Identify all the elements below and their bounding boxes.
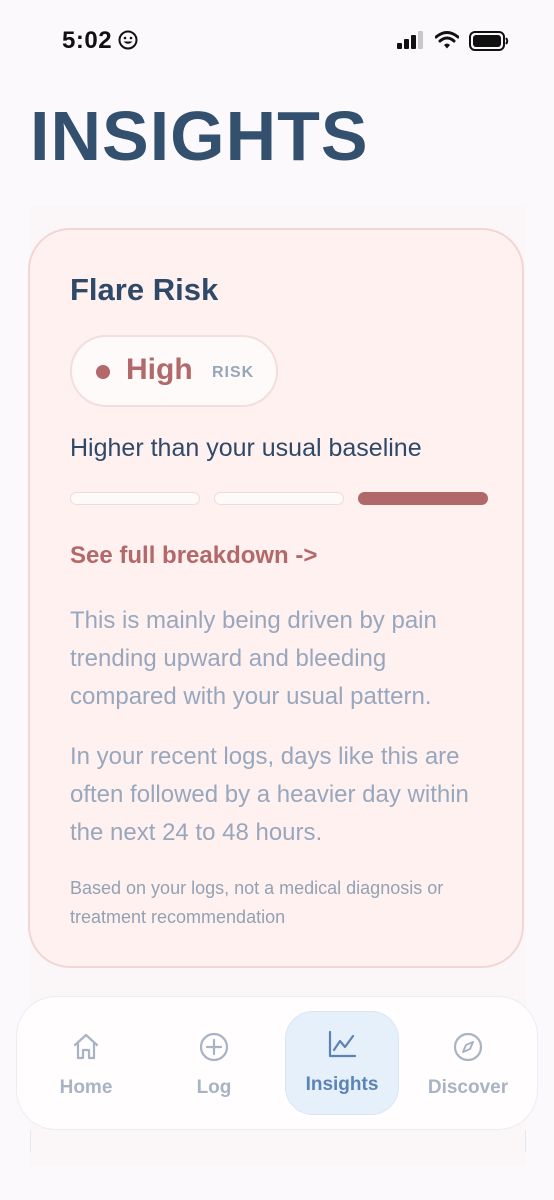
risk-scale-segment-medium	[214, 492, 344, 505]
content-frame-edge	[30, 1130, 526, 1152]
status-bar: 5:02	[0, 0, 554, 84]
medical-disclaimer: Based on your logs, not a medical diagno…	[70, 878, 444, 927]
risk-scale-segment-high	[358, 492, 488, 505]
tab-home-label: Home	[59, 1077, 113, 1098]
page-title: INSIGHTS	[30, 97, 369, 175]
risk-dot-icon	[96, 365, 110, 379]
baseline-comparison: Higher than your usual baseline	[70, 434, 422, 462]
compass-icon	[453, 1032, 483, 1062]
bottom-tab-bar: Home Log Insights Discover	[16, 996, 538, 1130]
tab-discover-label: Discover	[427, 1077, 509, 1098]
wifi-icon	[435, 31, 459, 49]
risk-level-suffix: RISK	[212, 364, 255, 381]
risk-level-badge: High RISK	[70, 335, 278, 407]
flare-risk-card: Flare Risk High RISK Higher than your us…	[28, 228, 524, 968]
tab-log[interactable]: Log	[157, 1011, 271, 1115]
tab-home[interactable]: Home	[29, 1011, 143, 1115]
risk-scale-segment-low	[70, 492, 200, 505]
see-full-breakdown-link[interactable]: See full breakdown ->	[70, 542, 317, 570]
tab-log-label: Log	[196, 1077, 232, 1098]
tab-insights[interactable]: Insights	[285, 1011, 399, 1115]
risk-level-value: High	[126, 353, 193, 386]
plus-circle-icon	[199, 1032, 229, 1062]
cellular-signal-icon	[397, 31, 423, 49]
tab-insights-label: Insights	[305, 1074, 379, 1095]
home-icon	[73, 1033, 99, 1060]
forecast-explanation: In your recent logs, days like this are …	[70, 743, 469, 846]
drivers-explanation: This is mainly being driven by pain tren…	[70, 607, 437, 710]
battery-icon	[469, 31, 509, 51]
card-heading: Flare Risk	[70, 272, 219, 307]
tab-discover[interactable]: Discover	[411, 1011, 525, 1115]
chart-icon	[328, 1030, 357, 1058]
status-time: 5:02	[62, 27, 113, 54]
smiley-icon	[118, 30, 138, 50]
